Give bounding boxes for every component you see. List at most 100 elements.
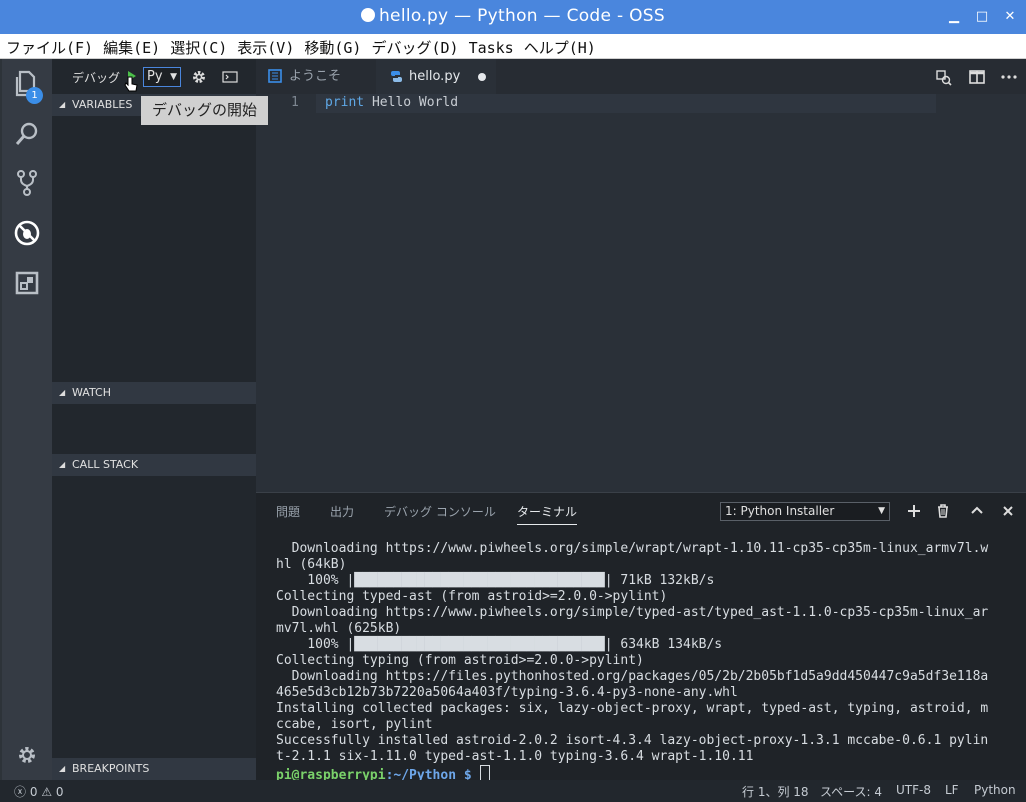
terminal-output[interactable]: Downloading https://www.piwheels.org/sim… <box>276 541 1016 784</box>
terminal-line: 100% |████████████████████████████████| … <box>276 637 723 652</box>
problems-indicator[interactable]: ⓧ 0 ⚠ 0 <box>14 783 64 800</box>
line-number: 1 <box>291 95 299 110</box>
menu-view[interactable]: 表示(V) <box>233 34 298 58</box>
menu-help[interactable]: ヘルプ(H) <box>520 34 600 58</box>
start-debug-tooltip: デバッグの開始 <box>141 96 268 125</box>
line-ending[interactable]: LF <box>945 783 959 797</box>
chevron-down-icon: ▼ <box>170 72 177 82</box>
terminal-line: t-2.1.1 six-1.11.0 typed-ast-1.1.0 typin… <box>276 749 754 764</box>
search-icon <box>15 122 38 145</box>
menu-debug[interactable]: デバッグ(D) <box>367 34 462 58</box>
status-bar: ⓧ 0 ⚠ 0 行 1、列 18 スペース: 4 UTF-8 LF Python <box>0 780 1026 802</box>
terminal-line: 465e5d3cb12b73b7220a5064a403f/typing-3.6… <box>276 685 738 700</box>
menu-edit[interactable]: 編集(E) <box>99 34 164 58</box>
terminal-line: Downloading https://www.piwheels.org/sim… <box>276 541 989 556</box>
tab-debug-console[interactable]: デバッグ コンソール <box>384 503 496 520</box>
terminal-line: Installing collected packages: six, lazy… <box>276 701 989 716</box>
search-activity[interactable] <box>2 111 52 157</box>
expand-triangle-icon: ◢ <box>59 388 66 397</box>
menu-go[interactable]: 移動(G) <box>300 34 365 58</box>
terminal-select[interactable]: 1: Python Installer ▼ <box>720 502 890 521</box>
maximize-button[interactable]: □ <box>973 8 991 26</box>
error-icon: ⓧ <box>14 785 27 799</box>
tab-problems[interactable]: 問題 <box>276 503 300 520</box>
terminal-line: Successfully installed astroid-2.0.2 iso… <box>276 733 989 748</box>
tab-output[interactable]: 出力 <box>330 503 354 520</box>
warning-count: 0 <box>55 785 64 799</box>
debug-config-value: Py <box>147 69 163 84</box>
terminal-line: ccabe, isort, pylint <box>276 717 433 732</box>
split-editor-icon[interactable] <box>969 70 985 84</box>
terminal-line: mv7l.whl (625kB) <box>276 621 402 636</box>
call-stack-section-header[interactable]: ◢ CALL STACK <box>52 454 256 476</box>
menu-bar: ファイル(F) 編集(E) 選択(C) 表示(V) 移動(G) デバッグ(D) Tasks ヘ… <box>0 34 1026 59</box>
bottom-panel: 問題 出力 デバッグ コンソール ターミナル 1: Python Install… <box>256 492 1026 783</box>
terminal-select-value: 1: Python Installer <box>725 504 835 518</box>
extensions-activity[interactable] <box>2 260 52 306</box>
debug-console-icon[interactable] <box>222 70 238 84</box>
language-mode[interactable]: Python <box>974 783 1016 797</box>
source-control-activity[interactable] <box>2 160 52 206</box>
trash-icon[interactable] <box>937 504 949 518</box>
expand-triangle-icon: ◢ <box>59 100 66 109</box>
new-terminal-plus-icon[interactable] <box>908 505 920 517</box>
tab-terminal[interactable]: ターミナル <box>517 503 578 525</box>
tab-welcome-label: ようこそ <box>289 69 342 84</box>
maximize-panel-chevron-up-icon[interactable] <box>971 506 983 514</box>
terminal-line: Downloading https://www.piwheels.org/sim… <box>276 605 989 620</box>
window-title: hello.py — Python — Code - OSS <box>0 6 1026 26</box>
settings-activity[interactable] <box>2 732 52 778</box>
more-actions-icon[interactable] <box>1001 75 1017 79</box>
minimize-button[interactable]: ▁ <box>945 8 963 26</box>
debug-toolbar: デバッグ Py ▼ <box>52 59 256 94</box>
terminal-line: Collecting typed-ast (from astroid>=2.0.… <box>276 589 668 604</box>
debug-config-select[interactable]: Py ▼ <box>143 67 181 87</box>
terminal-line: Downloading https://files.pythonhosted.o… <box>276 669 989 684</box>
watch-label: WATCH <box>72 386 111 399</box>
chevron-down-icon: ▼ <box>878 506 885 516</box>
close-panel-icon[interactable] <box>1003 506 1013 516</box>
welcome-icon <box>268 69 282 83</box>
close-window-button[interactable]: ✕ <box>1001 8 1019 26</box>
indentation[interactable]: スペース: 4 <box>820 783 882 800</box>
code-editor[interactable]: 1 print Hello World <box>256 94 1026 492</box>
tab-hello-py-label: hello.py <box>409 69 461 84</box>
cursor-position[interactable]: 行 1、列 18 <box>742 783 809 800</box>
code-text: Hello World <box>364 95 459 110</box>
expand-triangle-icon: ◢ <box>59 764 66 773</box>
source-control-icon <box>17 170 37 196</box>
menu-tasks[interactable]: Tasks <box>465 36 518 57</box>
explorer-badge: 1 <box>26 87 43 104</box>
mouse-cursor-icon <box>124 76 138 92</box>
terminal-line: 100% |████████████████████████████████| … <box>276 573 715 588</box>
terminal-line: hl (64kB) <box>276 557 347 572</box>
breakpoints-label: BREAKPOINTS <box>72 762 150 775</box>
call-stack-label: CALL STACK <box>72 458 139 471</box>
debug-title: デバッグ <box>72 71 121 85</box>
expand-triangle-icon: ◢ <box>59 460 66 469</box>
unsaved-dot-icon <box>360 8 375 22</box>
debug-no-bug-icon <box>14 220 40 246</box>
unsaved-dot-icon[interactable] <box>478 73 486 81</box>
encoding[interactable]: UTF-8 <box>896 783 931 797</box>
code-line[interactable]: print Hello World <box>325 95 458 110</box>
explorer-activity[interactable]: 1 <box>2 61 52 107</box>
title-bar: hello.py — Python — Code - OSS ▁ □ ✕ <box>0 0 1026 34</box>
terminal-line: Collecting typing (from astroid>=2.0.0->… <box>276 653 644 668</box>
window-title-text: hello.py — Python — Code - OSS <box>378 6 665 26</box>
menu-selection[interactable]: 選択(C) <box>166 34 231 58</box>
breakpoints-section-header[interactable]: ◢ BREAKPOINTS <box>52 758 256 780</box>
python-file-icon <box>391 71 402 82</box>
menu-file[interactable]: ファイル(F) <box>2 34 97 58</box>
variables-label: VARIABLES <box>72 98 133 111</box>
code-keyword: print <box>325 95 365 110</box>
debug-activity[interactable] <box>2 210 52 256</box>
warning-icon: ⚠ <box>41 785 53 799</box>
open-changes-icon[interactable] <box>936 70 952 86</box>
debug-settings-gear-icon[interactable] <box>191 69 207 85</box>
editor-tab-bar: ようこそ hello.py <box>256 59 1026 94</box>
watch-section-header[interactable]: ◢ WATCH <box>52 382 256 404</box>
gear-icon <box>19 747 35 763</box>
tab-welcome[interactable]: ようこそ <box>256 59 376 94</box>
tab-hello-py[interactable]: hello.py <box>376 59 496 94</box>
